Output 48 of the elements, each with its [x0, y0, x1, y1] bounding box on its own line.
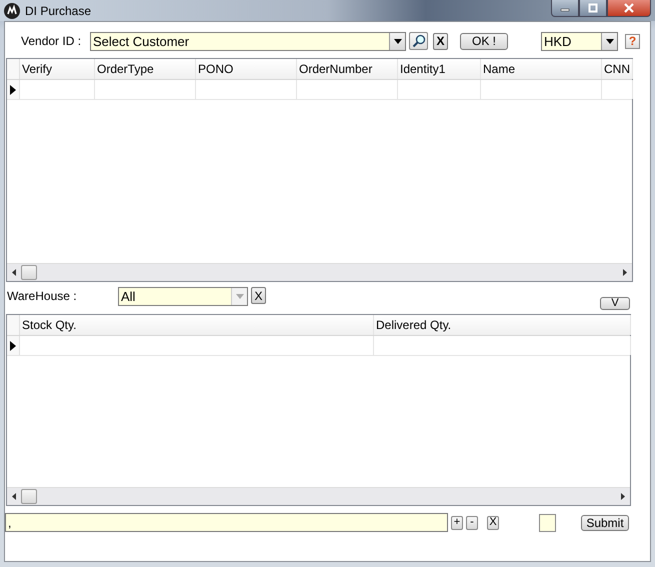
column-header[interactable]: Delivered Qty.: [374, 315, 631, 335]
scroll-right-icon: [621, 493, 625, 500]
scroll-left-icon: [12, 269, 16, 276]
column-header[interactable]: OrderType: [95, 59, 196, 79]
scroll-thumb[interactable]: [21, 265, 37, 280]
submit-button[interactable]: Submit: [581, 514, 629, 530]
ok-button[interactable]: OK !: [460, 32, 508, 50]
caret-icon: [606, 38, 614, 44]
clear-button[interactable]: X: [433, 32, 448, 50]
help-button[interactable]: ?: [625, 34, 640, 48]
toggle-button[interactable]: V: [600, 297, 630, 310]
add-button[interactable]: +: [451, 516, 463, 530]
caret-icon: [236, 294, 244, 299]
clear-button[interactable]: X: [251, 287, 266, 304]
maximize-button[interactable]: [579, 0, 607, 17]
app-logo-icon: [4, 2, 20, 18]
column-header[interactable]: Verify: [20, 59, 95, 79]
customer-dropdown[interactable]: Select Customer: [90, 32, 406, 50]
minimize-button[interactable]: [551, 0, 579, 17]
column-header[interactable]: CNN: [602, 59, 633, 79]
search-button[interactable]: [409, 32, 428, 50]
window-title: DI Purchase: [25, 4, 92, 18]
field-label: Vendor ID :: [21, 34, 82, 48]
field-label: WareHouse :: [7, 289, 78, 303]
maximize-icon: [588, 3, 598, 13]
dropdown-button[interactable]: [389, 32, 405, 50]
remove-button[interactable]: -: [466, 516, 478, 530]
currency-dropdown[interactable]: HKD: [541, 32, 618, 50]
current-row-arrow-icon: [10, 340, 16, 350]
scroll-right-icon: [623, 269, 627, 276]
small-field[interactable]: [539, 514, 556, 532]
column-header[interactable]: PONO: [196, 59, 297, 79]
clear-button[interactable]: X: [487, 516, 499, 530]
scroll-thumb[interactable]: [21, 489, 37, 504]
caret-icon: [394, 38, 402, 44]
scroll-left-icon: [12, 493, 16, 500]
close-icon: [624, 3, 634, 13]
dropdown-button[interactable]: [601, 32, 617, 50]
column-header[interactable]: OrderNumber: [297, 59, 398, 79]
close-button[interactable]: [607, 0, 651, 17]
current-row-arrow-icon: [10, 84, 16, 94]
horizontal-scrollbar[interactable]: [7, 487, 630, 505]
column-header[interactable]: Stock Qty.: [20, 315, 374, 335]
column-header[interactable]: Identity1: [398, 59, 481, 79]
horizontal-scrollbar[interactable]: [7, 263, 632, 281]
warehouse-dropdown[interactable]: All: [118, 287, 248, 306]
column-header[interactable]: Name: [481, 59, 602, 79]
input-field[interactable]: ,: [5, 513, 448, 532]
